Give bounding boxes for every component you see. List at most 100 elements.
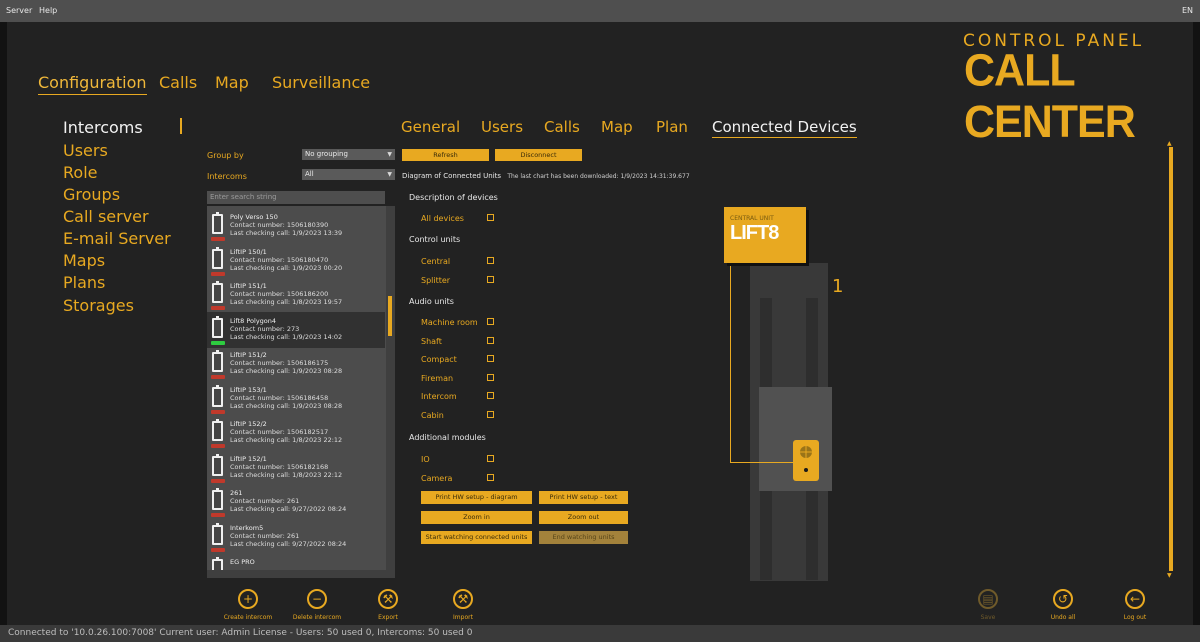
sidebar-active-marker [180,118,182,134]
disconnect-button[interactable]: Disconnect [495,149,582,161]
fireman-label: Fireman [421,374,454,383]
nav-calls[interactable]: Calls [159,73,197,92]
io-checkbox[interactable] [487,455,494,462]
all-devices-checkbox[interactable] [487,214,494,221]
splitter-checkbox[interactable] [487,276,494,283]
log-out-label[interactable]: Log out [1105,614,1165,621]
intercom-contact: Contact number: 261 [230,531,300,540]
io-label: IO [421,455,430,464]
list-item[interactable]: LiftIP 150/1 Contact number: 1506180470 La… [207,243,385,279]
status-indicator-icon [211,306,225,310]
print-diagram-button[interactable]: Print HW setup - diagram [421,491,532,504]
group-by-select[interactable]: No grouping ▼ [302,149,395,160]
intercom-name: 261 [230,489,243,497]
wrench-icon[interactable]: ⚒ [453,589,473,609]
save-label[interactable]: Save [958,614,1018,621]
intercoms-select[interactable]: All ▼ [302,169,395,180]
refresh-button[interactable]: Refresh [402,149,489,161]
scroll-down-icon[interactable]: ▼ [1167,572,1172,579]
list-item[interactable]: Lift8 Polygon4 Contact number: 273 Last ch… [207,311,385,348]
search-input[interactable]: Enter search string [207,191,385,204]
nav-map[interactable]: Map [215,73,249,92]
cabin-unit-box[interactable] [793,440,819,481]
shaft-number: 1 [832,276,844,297]
nav-surveillance[interactable]: Surveillance [272,73,370,92]
import-label[interactable]: Import [433,614,493,621]
create-intercom-label[interactable]: Create intercom [218,614,278,621]
intercom-name: EG PRO [230,558,255,566]
print-text-button[interactable]: Print HW setup - text [539,491,628,504]
zoom-in-button[interactable]: Zoom in [421,511,532,524]
list-scrollbar[interactable] [386,206,395,578]
plus-icon[interactable]: + [238,589,258,609]
minus-icon[interactable]: − [307,589,327,609]
list-item[interactable]: Poly Verso 150 Contact number: 1506180390… [207,208,385,244]
central-checkbox[interactable] [487,257,494,264]
compact-checkbox[interactable] [487,355,494,362]
zoom-out-button[interactable]: Zoom out [539,511,628,524]
end-watching-button[interactable]: End watching units [539,531,628,544]
list-item[interactable]: LiftIP 153/1 Contact number: 1506186458 La… [207,381,385,417]
list-item[interactable]: 261 Contact number: 261 Last checking call… [207,484,385,520]
intercom-name: LiftIP 150/1 [230,247,267,256]
fireman-checkbox[interactable] [487,374,494,381]
devices-description-heading: Description of devices [409,193,498,202]
sidebar-item-intercoms[interactable]: Intercoms [63,118,143,137]
intercom-name: LiftIP 152/1 [230,454,267,463]
list-item[interactable]: LiftIP 152/2 Contact number: 1506182517 La… [207,415,385,451]
scroll-up-icon[interactable]: ▲ [1167,140,1172,147]
undo-all-label[interactable]: Undo all [1033,614,1093,621]
sidebar-item-maps[interactable]: Maps [63,251,105,270]
undo-icon[interactable]: ↺ [1053,589,1073,609]
intercom-device-icon [212,281,223,303]
logout-icon[interactable]: ← [1125,589,1145,609]
list-item[interactable]: Interkom5 Contact number: 261 Last checkin… [207,519,385,555]
sidebar-item-users[interactable]: Users [63,141,108,160]
tab-map[interactable]: Map [601,118,633,136]
diagram-scrollbar-thumb[interactable] [1169,147,1173,571]
camera-checkbox[interactable] [487,474,494,481]
list-item[interactable]: LiftIP 151/2 Contact number: 1506186175 La… [207,346,385,382]
language-indicator[interactable]: EN [1182,6,1193,15]
intercom-device-icon [212,350,223,372]
tab-calls[interactable]: Calls [544,118,580,136]
list-scrollbar-thumb[interactable] [388,296,392,336]
group-by-label: Group by [207,151,244,160]
list-item[interactable]: LiftIP 151/1 Contact number: 1506186200 La… [207,277,385,313]
intercom-name: LiftIP 152/2 [230,420,267,428]
sidebar-item-call-server[interactable]: Call server [63,207,149,226]
tab-connected-devices[interactable]: Connected Devices [712,118,857,138]
delete-intercom-label[interactable]: Delete intercom [287,614,347,621]
sidebar-item-role[interactable]: Role [63,163,97,182]
start-watching-button[interactable]: Start watching connected units [421,531,532,544]
list-item[interactable]: LiftIP 152/1 Contact number: 1506182168 La… [207,450,385,486]
export-label[interactable]: Export [358,614,418,621]
machine-room-checkbox[interactable] [487,318,494,325]
tab-plan[interactable]: Plan [656,118,688,136]
sidebar-item-storages[interactable]: Storages [63,296,134,315]
intercom-checkbox[interactable] [487,392,494,399]
brand-logo: CALL CENTER [964,45,1136,148]
intercom-device-icon [212,384,223,407]
tab-general[interactable]: General [401,118,460,136]
nav-configuration[interactable]: Configuration [38,73,147,95]
intercom-device-icon [212,315,223,338]
group-by-value: No grouping [305,150,348,158]
sidebar-item-email-server[interactable]: E-mail Server [63,229,171,248]
shaft-checkbox[interactable] [487,337,494,344]
central-unit-label: CENTRAL UNIT [730,215,774,222]
all-devices-label: All devices [421,214,464,223]
cabin-checkbox[interactable] [487,411,494,418]
intercom-name: Lift8 Polygon4 [230,316,277,325]
save-icon[interactable]: ▤ [978,589,998,609]
menu-help[interactable]: Help [39,6,57,15]
wrench-icon[interactable]: ⚒ [378,589,398,609]
tab-users[interactable]: Users [481,118,523,136]
menu-server[interactable]: Server [6,6,32,15]
sidebar-item-plans[interactable]: Plans [63,273,105,292]
list-horizontal-scrollbar[interactable] [207,570,386,578]
intercom-last: Last checking call: 1/9/2023 14:02 [230,332,343,341]
intercom-name: LiftIP 153/1 [230,385,267,394]
sidebar-item-groups[interactable]: Groups [63,185,120,204]
intercom-list[interactable]: Poly Verso 150 Contact number: 1506180390… [207,206,395,578]
